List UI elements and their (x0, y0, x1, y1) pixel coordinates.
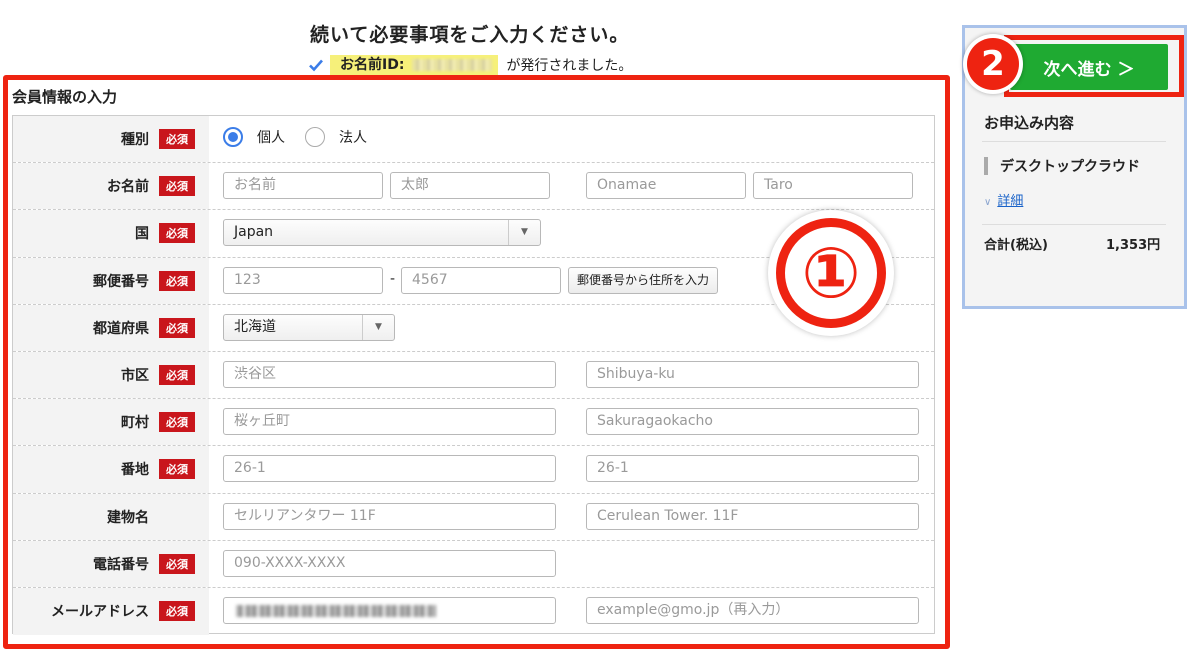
blurred-id-value (412, 59, 493, 71)
id-issued-notice: お名前ID: が発行されました。 (308, 55, 632, 75)
blurred-email-value (236, 604, 436, 617)
required-badge: 必須 (159, 459, 195, 480)
chevron-down-icon: ▼ (508, 220, 540, 246)
last-name-kanji-input[interactable]: お名前 (223, 172, 383, 200)
name-label: お名前 (107, 179, 149, 196)
zip-first-input[interactable]: 123 (223, 266, 383, 294)
order-item: デスクトップクラウド (984, 156, 1140, 176)
page-heading: 続いて必要事項をご入力ください。 (310, 24, 630, 46)
country-value: Japan (234, 224, 274, 241)
first-name-roman-input[interactable]: Taro (753, 172, 913, 200)
id-label: お名前ID: (340, 57, 405, 73)
badge-1-number: ① (776, 218, 886, 328)
email-input[interactable] (223, 596, 556, 624)
required-badge: 必須 (159, 365, 195, 386)
badge-2-number: 2 (967, 38, 1019, 90)
divider (982, 224, 1166, 225)
form-row-city: 市区 必須 渋谷区 Shibuya-ku (13, 351, 934, 400)
zip-separator: - (390, 270, 396, 287)
required-badge: 必須 (159, 270, 195, 291)
form-row-phone: 電話番号 必須 090-XXXX-XXXX (13, 540, 934, 588)
radio-individual[interactable] (223, 127, 243, 147)
chevron-down-icon: ▼ (362, 314, 394, 340)
city-kanji-input[interactable]: 渋谷区 (223, 360, 556, 388)
required-badge: 必須 (159, 317, 195, 338)
chevron-down-icon: ∨ (984, 197, 992, 208)
country-label: 国 (135, 226, 149, 243)
radio-individual-label: 個人 (257, 130, 285, 146)
prefecture-value: 北海道 (234, 318, 276, 335)
building-label: 建物名 (107, 509, 149, 526)
required-badge: 必須 (159, 553, 195, 574)
building-kanji-input[interactable]: セルリアンタワー 11F (223, 502, 556, 530)
check-icon (309, 59, 323, 72)
type-label: 種別 (121, 132, 149, 149)
zip-second-input[interactable]: 4567 (401, 266, 561, 294)
country-select[interactable]: Japan ▼ (223, 219, 541, 247)
required-badge: 必須 (159, 223, 195, 244)
required-badge: 必須 (159, 412, 195, 433)
form-row-name: お名前 必須 お名前 太郎 Onamae Taro (13, 163, 934, 211)
form-row-town: 町村 必須 桜ヶ丘町 Sakuragaokacho (13, 399, 934, 447)
id-highlight: お名前ID: (330, 55, 499, 75)
email-confirm-input[interactable]: example@gmo.jp（再入力） (586, 596, 919, 624)
total-value: 1,353円 (1106, 238, 1161, 253)
required-badge: 必須 (159, 601, 195, 622)
form-row-building: 建物名 セルリアンタワー 11F Cerulean Tower. 11F (13, 493, 934, 541)
building-roman-input[interactable]: Cerulean Tower. 11F (586, 502, 919, 530)
type-radio-group: 個人 法人 (223, 127, 387, 147)
divider (982, 141, 1166, 142)
phone-label: 電話番号 (93, 556, 149, 573)
form-row-type: 種別 必須 個人 法人 (13, 116, 934, 164)
zip-lookup-button[interactable]: 郵便番号から住所を入力 (568, 266, 719, 294)
details-link[interactable]: ∨ 詳細 (984, 190, 1023, 209)
block-label: 番地 (121, 462, 149, 479)
issued-text: が発行されました。 (506, 58, 633, 74)
total-label: 合計(税込) (984, 238, 1048, 253)
annotation-badge-1: ① (768, 210, 894, 336)
prefecture-select[interactable]: 北海道 ▼ (223, 313, 395, 341)
form-row-email: メールアドレス 必須 example@gmo.jp（再入力） (13, 587, 934, 636)
radio-corporate[interactable] (305, 127, 325, 147)
phone-input[interactable]: 090-XXXX-XXXX (223, 549, 556, 577)
form-row-block: 番地 必須 26-1 26-1 (13, 446, 934, 494)
details-link-label: 詳細 (997, 194, 1024, 209)
block-kanji-input[interactable]: 26-1 (223, 455, 556, 483)
email-label: メールアドレス (51, 604, 149, 621)
prefecture-label: 都道府県 (93, 320, 149, 337)
next-button[interactable]: 次へ進む ＞ (1010, 44, 1168, 90)
city-roman-input[interactable]: Shibuya-ku (586, 360, 919, 388)
block-roman-input[interactable]: 26-1 (586, 455, 919, 483)
first-name-kanji-input[interactable]: 太郎 (390, 172, 550, 200)
section-title: 会員情報の入力 (12, 88, 118, 106)
order-item-name: デスクトップクラウド (1000, 159, 1140, 175)
town-kanji-input[interactable]: 桜ヶ丘町 (223, 408, 556, 436)
required-badge: 必須 (159, 129, 195, 150)
member-info-form: 種別 必須 個人 法人 お名前 必須 お名前 太郎 Onamae Taro 国必須 … (12, 115, 935, 636)
town-roman-input[interactable]: Sakuragaokacho (586, 408, 919, 436)
order-title: お申込み内容 (984, 114, 1075, 132)
required-badge: 必須 (159, 176, 195, 197)
annotation-badge-2: 2 (963, 34, 1023, 94)
zip-label: 郵便番号 (93, 273, 149, 290)
town-label: 町村 (121, 415, 149, 432)
item-bar (984, 157, 988, 175)
city-label: 市区 (121, 368, 149, 385)
radio-corporate-label: 法人 (339, 130, 367, 146)
last-name-roman-input[interactable]: Onamae (586, 172, 746, 200)
